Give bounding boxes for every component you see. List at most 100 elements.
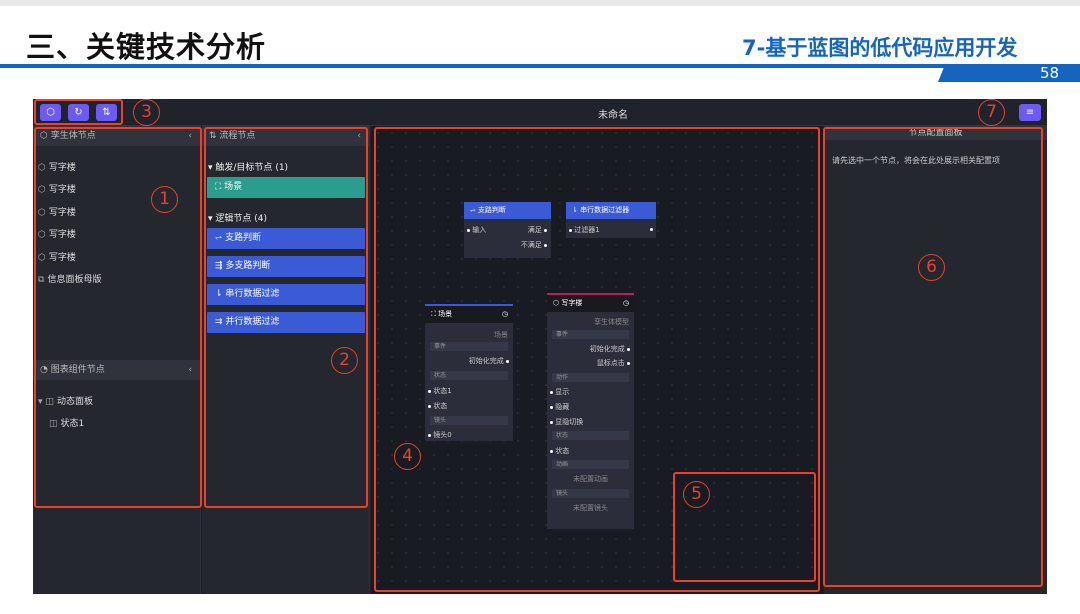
section-state: 状态 (552, 431, 629, 440)
port-state[interactable]: 状态 (428, 401, 447, 411)
port-toggle[interactable]: 显隐切换 (550, 417, 583, 427)
anim-none: 未配置动画 (573, 475, 608, 483)
port-filter[interactable]: 过滤器1 (569, 225, 600, 235)
port-init-done[interactable]: 初始化完成 (469, 356, 509, 366)
dynamic-panel-icon: ◫ (45, 397, 55, 407)
port-state1[interactable]: 状态1 (428, 386, 452, 396)
config-panel-hint: 请先选中一个节点，将会在此处展示相关配置项 (832, 156, 1000, 165)
section-state: 状态 (430, 371, 508, 380)
list-item[interactable]: ⬡ 写字楼 (38, 160, 76, 173)
port-init-done[interactable]: 初始化完成 (590, 344, 630, 354)
node-type: 孪生体模型 (594, 318, 629, 326)
clock-icon: ◷ (501, 310, 508, 318)
chart-panel-header[interactable]: ◔ 图表组件节点 ‹ (33, 360, 200, 380)
chevron-left-icon[interactable]: ‹ (188, 126, 192, 146)
window-title: 未命名 (598, 110, 628, 121)
serial-filter-icon: ⇂ (215, 289, 226, 299)
node-branch[interactable]: ⥋ 支路判断 (207, 228, 365, 249)
slide-page-number: 58 (1040, 64, 1060, 82)
node-serial-filter[interactable]: ⇂ 串行数据过滤 (207, 284, 365, 305)
slide-top-border (0, 0, 1080, 6)
list-item[interactable]: ⬡ 写字楼 (38, 182, 76, 195)
serial-filter-icon: ⇂ (572, 206, 581, 214)
cube-icon: ⬡ (38, 163, 46, 173)
scene-icon: ⛶ (215, 182, 225, 192)
filter-node[interactable]: ⇂ 串行数据过滤器 过滤器1 (566, 202, 656, 238)
trigger-category[interactable]: ▾ 触发/目标节点 (1) (208, 160, 288, 173)
cam-none: 未配置镜头 (573, 504, 608, 512)
list-item[interactable]: ⧉ 信息面板母版 (38, 272, 101, 285)
logic-category[interactable]: ▾ 逻辑节点 (4) (208, 211, 267, 224)
branch-icon: ⥋ (470, 206, 478, 214)
list-item[interactable]: ⬡ 写字楼 (38, 227, 76, 240)
node-scene[interactable]: ⛶ 场景 (207, 177, 365, 198)
port-no[interactable]: 不满足 (521, 240, 547, 250)
chevron-left-icon[interactable]: ‹ (188, 360, 192, 380)
port-input[interactable]: 输入 (467, 225, 486, 235)
tree-item[interactable]: ◫ 状态1 (49, 416, 84, 429)
annotation-number-4: 4 (394, 443, 421, 470)
menu-icon[interactable]: ≡ (1019, 104, 1041, 121)
blueprint-canvas[interactable]: ⥋ 支路判断 输入 满足 不满足 ⇂ 串行数据过滤器 过滤器1 ⛶ 场景 ◷ 场景… (371, 126, 1047, 594)
editor-topbar: ⬡ ↻ ⇅ 未命名 ≡ (33, 99, 1047, 126)
cube-icon: ⬡ (38, 185, 46, 195)
flow-panel-header[interactable]: ⇅ 流程节点 ‹ (202, 126, 369, 146)
chart-panel-title: 图表组件节点 (50, 365, 105, 375)
config-panel-title: 节点配置面板 (824, 126, 1047, 140)
node-multi-branch[interactable]: ⇶ 多支路判断 (207, 256, 365, 277)
annotation-number-5: 5 (683, 481, 710, 508)
branch-node-header: ⥋ 支路判断 (464, 202, 551, 219)
scene-node[interactable]: ⛶ 场景 ◷ 场景 事件 初始化完成 状态 状态1 状态 镜头 镜头0 (425, 304, 513, 441)
filter-node-header: ⇂ 串行数据过滤器 (566, 202, 656, 219)
clock-icon: ◷ (622, 299, 629, 307)
cube-icon: ⬡ (38, 208, 46, 218)
config-panel: 节点配置面板 请先选中一个节点，将会在此处展示相关配置项 (824, 126, 1047, 594)
blueprint-editor: ⬡ ↻ ⇅ 未命名 ≡ ⬡ 孪生体节点 ‹ ⬡ 写字楼 ⬡ 写字楼 ⬡ 写字楼 ⬡ 写字楼… (33, 99, 1047, 594)
list-item[interactable]: ⬡ 写字楼 (38, 205, 76, 218)
flow-icon: ⇅ (209, 131, 220, 141)
section-event: 事件 (430, 342, 508, 351)
chart-icon: ◔ (40, 365, 51, 375)
chevron-left-icon[interactable]: ‹ (357, 126, 361, 146)
annotation-number-1: 1 (151, 186, 178, 213)
annotation-number-7: 7 (978, 99, 1005, 126)
section-camera: 镜头 (430, 416, 508, 425)
cube-icon: ⬡ (38, 253, 46, 263)
office-node[interactable]: ⬡ 写字楼 ◷ 孪生体模型 事件 初始化完成 鼠标点击 动作 显示 隐藏 显隐切换… (547, 293, 634, 529)
slide-header-bar (0, 64, 1080, 68)
port-state[interactable]: 状态 (550, 446, 569, 456)
section-action: 动作 (552, 373, 629, 382)
port-hide[interactable]: 隐藏 (550, 402, 569, 412)
scene-node-header: ⛶ 场景 ◷ (425, 306, 513, 323)
slide-title: 三、关键技术分析 (26, 30, 267, 64)
caret-down-icon: ▾ (38, 397, 43, 407)
branch-node[interactable]: ⥋ 支路判断 输入 满足 不满足 (464, 202, 551, 258)
cube-icon: ⬡ (40, 131, 51, 141)
slide-subtitle: 7-基于蓝图的低代码应用开发 (742, 36, 1018, 60)
node-parallel-filter[interactable]: ⇉ 并行数据过滤 (207, 312, 365, 333)
port-cam0[interactable]: 镜头0 (428, 430, 452, 440)
tree-group[interactable]: ▾ ◫ 动态面板 (38, 394, 93, 407)
branch-icon: ⥋ (215, 233, 226, 243)
twin-panel-title: 孪生体节点 (50, 131, 96, 141)
cube-icon: ⬡ (38, 230, 46, 240)
panel-icon: ⧉ (38, 275, 45, 285)
port-mouse-click[interactable]: 鼠标点击 (597, 358, 630, 368)
port-show[interactable]: 显示 (550, 387, 569, 397)
parallel-filter-icon: ⇉ (215, 317, 226, 327)
section-camera: 镜头 (552, 489, 629, 498)
list-item[interactable]: ⬡ 写字楼 (38, 250, 76, 263)
office-node-header: ⬡ 写字楼 ◷ (547, 295, 634, 312)
annotation-number-3: 3 (133, 99, 160, 126)
port-yes[interactable]: 满足 (528, 225, 547, 235)
annotation-number-2: 2 (331, 347, 358, 374)
state-icon: ◫ (49, 419, 58, 429)
swap-icon[interactable]: ⇅ (96, 104, 117, 121)
section-animation: 动画 (552, 460, 629, 469)
refresh-icon[interactable]: ↻ (68, 104, 89, 121)
port-out[interactable] (650, 225, 653, 233)
node-type: 场景 (494, 331, 508, 339)
section-event: 事件 (552, 330, 629, 339)
cube-icon[interactable]: ⬡ (40, 104, 61, 121)
twin-panel-header[interactable]: ⬡ 孪生体节点 ‹ (33, 126, 200, 146)
